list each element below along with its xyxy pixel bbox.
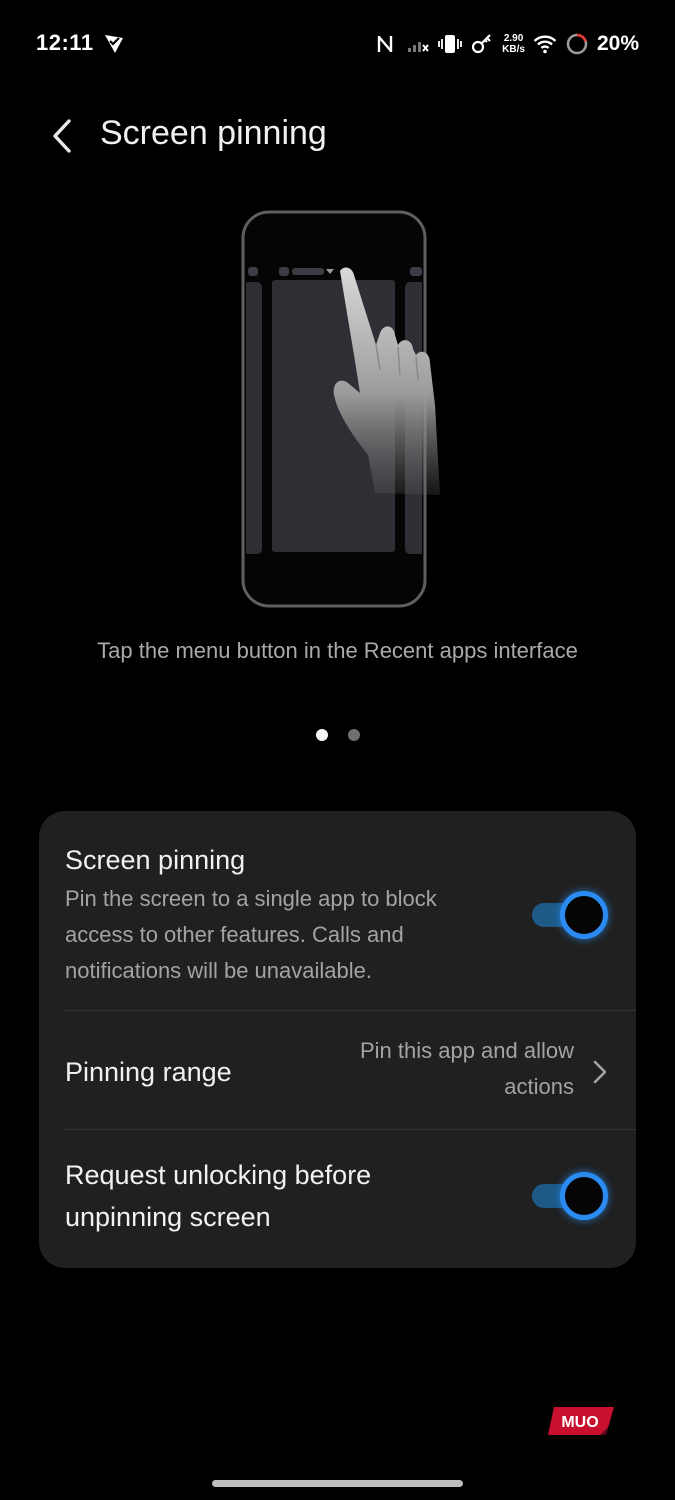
pinning-range-title: Pinning range xyxy=(65,1057,232,1087)
back-button[interactable] xyxy=(38,112,86,160)
chevron-left-icon xyxy=(53,119,71,153)
signal-off-icon xyxy=(408,42,429,52)
page-indicator-dot[interactable] xyxy=(347,729,360,741)
toggle-thumb xyxy=(560,891,608,939)
nfc-icon xyxy=(377,36,393,52)
wifi-icon xyxy=(533,35,557,54)
request-unlock-row[interactable]: Request unlocking before unpinning scree… xyxy=(39,1130,636,1268)
pinning-range-value: Pin this app and allow actions xyxy=(359,1038,574,1099)
network-speed: 2.90 KB/s xyxy=(502,33,525,55)
location-check-icon xyxy=(105,35,123,53)
watermark-text: MUO xyxy=(561,1414,598,1431)
status-icons: 2.90 KB/s 20% xyxy=(374,28,639,60)
recent-apps-illustration xyxy=(241,210,440,608)
screen-pinning-row[interactable]: Screen pinning Pin the screen to a singl… xyxy=(39,811,636,1010)
status-bar: 12:11 2.90 KB/s 20% xyxy=(0,0,675,88)
illustration-caption: Tap the menu button in the Recent apps i… xyxy=(97,638,578,663)
page-title: Screen pinning xyxy=(100,114,327,152)
battery-percent: 20% xyxy=(596,32,639,55)
home-indicator[interactable] xyxy=(212,1480,463,1487)
settings-card: Screen pinning Pin the screen to a singl… xyxy=(39,811,636,1268)
vpn-key-icon xyxy=(472,34,491,54)
screen-pinning-description: Pin the screen to a single app to block … xyxy=(65,886,437,983)
chevron-right-icon xyxy=(593,1060,607,1084)
screen-pinning-toggle[interactable] xyxy=(532,891,608,939)
status-time: 12:11 xyxy=(36,30,94,55)
screen-pinning-title: Screen pinning xyxy=(65,845,246,875)
battery-ring-icon xyxy=(566,33,588,55)
vibrate-icon xyxy=(438,35,463,53)
pinning-range-row[interactable]: Pinning range Pin this app and allow act… xyxy=(39,1011,636,1129)
network-speed-unit: KB/s xyxy=(502,44,525,55)
request-unlock-toggle[interactable] xyxy=(532,1172,608,1220)
toggle-thumb xyxy=(560,1172,608,1220)
request-unlock-title: Request unlocking before unpinning scree… xyxy=(65,1160,372,1232)
network-speed-value: 2.90 xyxy=(503,33,524,44)
page-indicator xyxy=(0,729,675,741)
page-indicator-dot-active[interactable] xyxy=(315,729,328,741)
muo-watermark-logo: MUO xyxy=(548,1407,614,1435)
